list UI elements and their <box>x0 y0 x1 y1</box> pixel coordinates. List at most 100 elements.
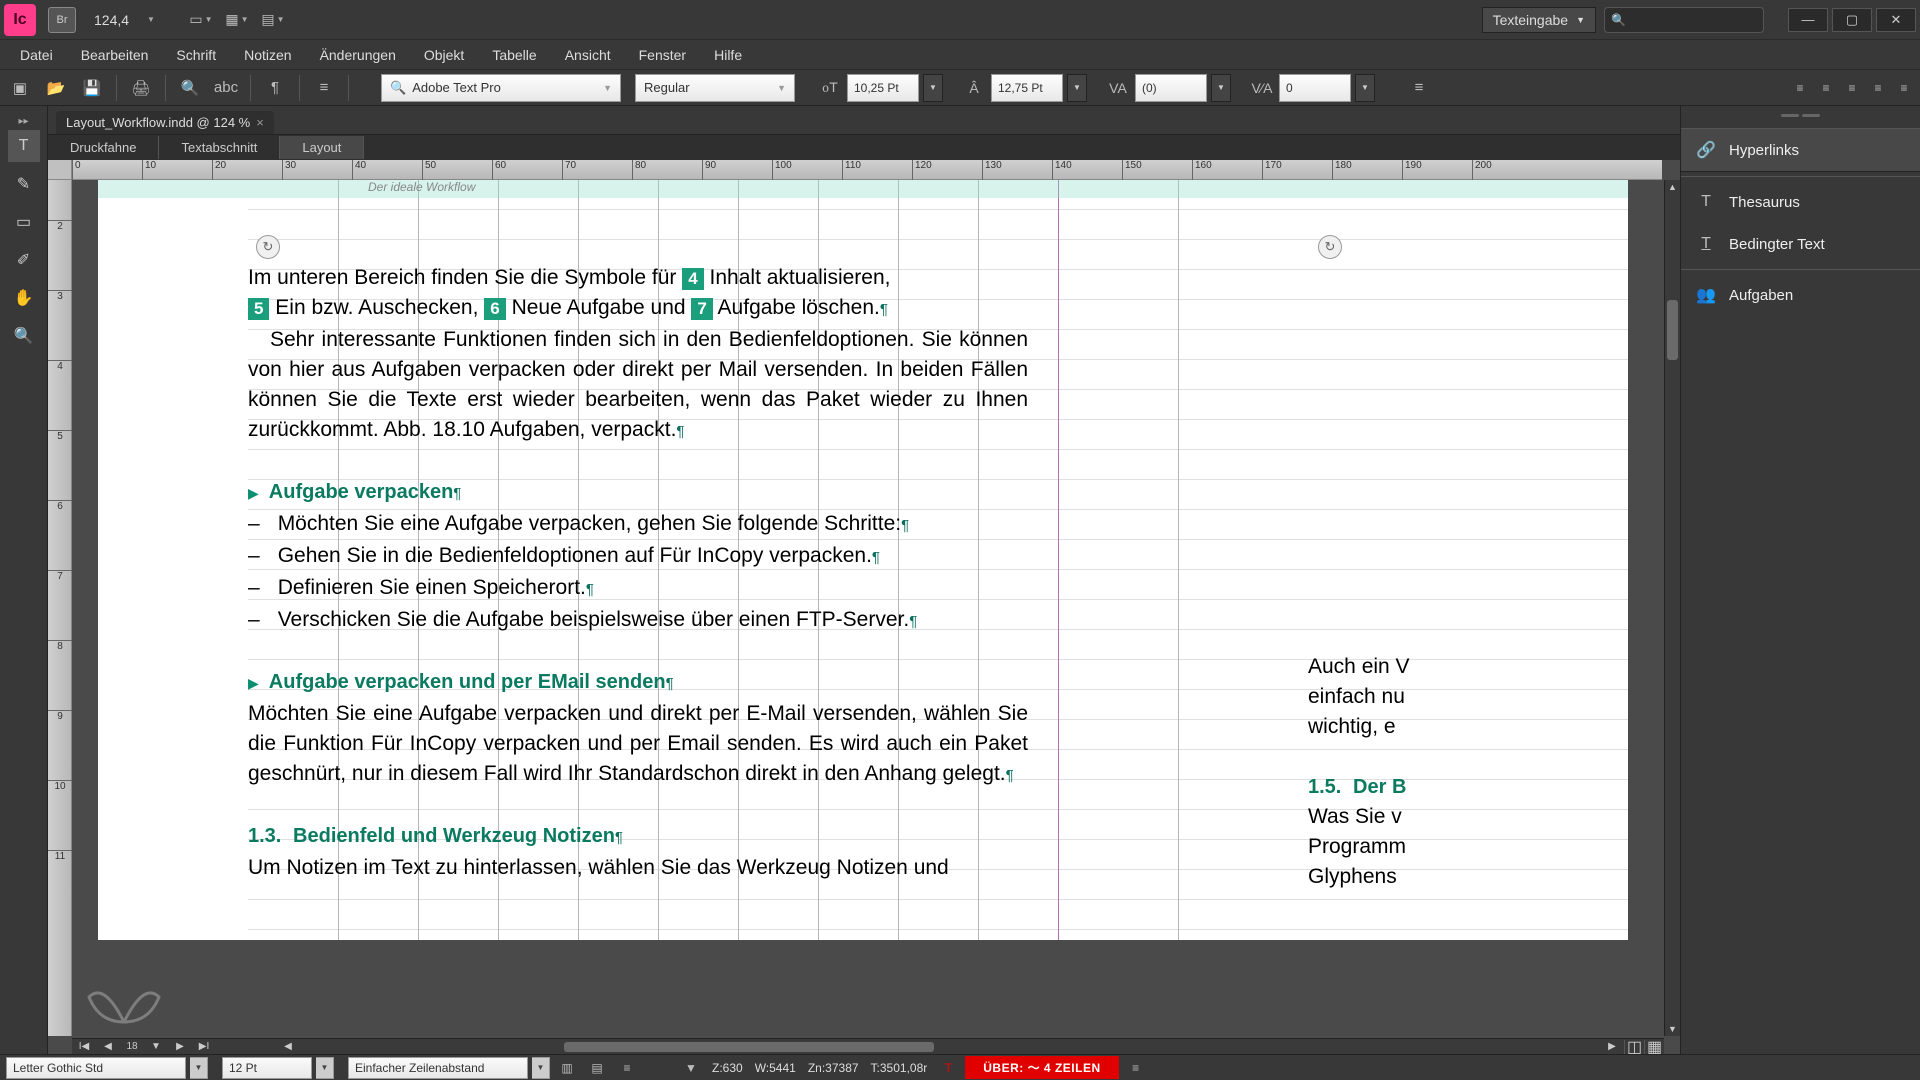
tools-collapse[interactable]: ▸▸ <box>19 116 29 124</box>
screen-mode-button[interactable]: ▭▼ <box>187 8 215 32</box>
canvas[interactable]: 0 10 20 30 40 50 60 70 80 90 100 110 120… <box>48 160 1680 1054</box>
panel-aufgaben[interactable]: 👥Aufgaben <box>1681 274 1920 316</box>
control-menu[interactable]: ≡ <box>1403 74 1435 102</box>
zoom-tool[interactable]: 🔍 <box>8 320 40 352</box>
titlebar: Ic Br 124,4▼ ▭▼ ▦▼ ▤▼ Texteingabe▼ 🔍 — ▢… <box>0 0 1920 40</box>
find-button[interactable]: 🔍 <box>174 74 206 102</box>
menu-tabelle[interactable]: Tabelle <box>478 43 550 67</box>
status-leading-dd[interactable]: ▼ <box>532 1057 550 1079</box>
horizontal-scroll-thumb[interactable] <box>564 1042 934 1052</box>
align-justify[interactable]: ≡ <box>1866 76 1890 100</box>
open-button[interactable]: 📂 <box>40 74 72 102</box>
status-size-dd[interactable]: ▼ <box>316 1057 334 1079</box>
view-tab-layout[interactable]: Layout <box>280 136 364 159</box>
ruler-origin[interactable] <box>48 160 72 180</box>
view-options-button[interactable]: ▤▼ <box>259 8 287 32</box>
panel-bedingter-text[interactable]: T̲Bedingter Text <box>1681 223 1920 265</box>
print-button[interactable]: 🖨 <box>125 74 157 102</box>
menu-datei[interactable]: Datei <box>6 43 67 67</box>
align-justify-all[interactable]: ≡ <box>1892 76 1916 100</box>
status-columns-icon[interactable]: ▥ <box>554 1057 580 1079</box>
eyedropper-tool[interactable]: ✐ <box>8 244 40 276</box>
horizontal-ruler[interactable]: 0 10 20 30 40 50 60 70 80 90 100 110 120… <box>72 160 1662 180</box>
prev-page-button[interactable]: ◀ <box>96 1039 120 1055</box>
menu-notizen[interactable]: Notizen <box>230 43 305 67</box>
vertical-ruler[interactable]: 2 3 4 5 6 7 8 9 10 11 <box>48 180 72 1036</box>
new-button[interactable]: ▣ <box>4 74 36 102</box>
scroll-left-button[interactable]: ◀ <box>276 1039 300 1055</box>
status-align-icon[interactable]: ▤ <box>584 1057 610 1079</box>
scroll-right-button[interactable]: ▶ <box>1600 1039 1624 1055</box>
arrange-documents-button[interactable]: ▦▼ <box>223 8 251 32</box>
horizontal-scrollbar[interactable] <box>304 1041 1596 1053</box>
right-text-column[interactable]: Auch ein V einfach nu wichtig, e 1.5. De… <box>1308 652 1628 892</box>
tracking-input[interactable]: (0) <box>1135 74 1207 102</box>
menu-schrift[interactable]: Schrift <box>162 43 230 67</box>
status-size-select[interactable]: 12 Pt <box>222 1057 312 1079</box>
status-leading-select[interactable]: Einfacher Zeilenabstand <box>348 1057 528 1079</box>
position-tool[interactable]: ▭ <box>8 206 40 238</box>
split-view-toggle-2[interactable]: ▦ <box>1644 1040 1664 1054</box>
menu-ansicht[interactable]: Ansicht <box>551 43 625 67</box>
save-button[interactable]: 💾 <box>76 74 108 102</box>
minimize-button[interactable]: — <box>1788 8 1828 32</box>
menu-aenderungen[interactable]: Änderungen <box>306 43 410 67</box>
kerning-input[interactable]: 0 <box>1279 74 1351 102</box>
view-tab-druckfahne[interactable]: Druckfahne <box>48 136 159 159</box>
story-in-icon[interactable]: ↻ <box>256 235 280 259</box>
last-page-button[interactable]: ▶I <box>192 1039 216 1055</box>
kerning-dropdown[interactable]: ▼ <box>1355 74 1375 102</box>
search-input[interactable]: 🔍 <box>1604 7 1764 33</box>
status-menu-icon[interactable]: ≡ <box>614 1057 640 1079</box>
document-tab-label: Layout_Workflow.indd @ 124 % <box>66 115 250 130</box>
menu-hilfe[interactable]: Hilfe <box>700 43 756 67</box>
status-overset-icon[interactable]: T <box>935 1057 961 1079</box>
font-style-select[interactable]: Regular▼ <box>635 74 795 102</box>
pilcrow-button[interactable]: ¶ <box>259 74 291 102</box>
story-in-icon-2[interactable]: ↻ <box>1318 235 1342 259</box>
status-end-menu[interactable]: ≡ <box>1123 1057 1149 1079</box>
font-family-select[interactable]: 🔍Adobe Text Pro▼ <box>381 74 621 102</box>
status-font-dd[interactable]: ▼ <box>190 1057 208 1079</box>
leading-input[interactable]: 12,75 Pt <box>991 74 1063 102</box>
page-number-field[interactable]: 18 <box>120 1039 144 1055</box>
spellcheck-button[interactable]: abc <box>210 74 242 102</box>
document-tab[interactable]: Layout_Workflow.indd @ 124 % × <box>56 111 274 134</box>
close-button[interactable]: ✕ <box>1876 8 1916 32</box>
page-dropdown[interactable]: ▼ <box>144 1039 168 1055</box>
status-info-toggle[interactable]: ▼ <box>678 1057 704 1079</box>
view-tab-textabschnitt[interactable]: Textabschnitt <box>159 136 280 159</box>
font-size-dropdown[interactable]: ▼ <box>923 74 943 102</box>
menu-objekt[interactable]: Objekt <box>410 43 478 67</box>
menu-toggle[interactable]: ≡ <box>308 74 340 102</box>
main-text-column[interactable]: Im unteren Bereich finden Sie die Symbol… <box>248 263 1028 883</box>
next-page-button[interactable]: ▶ <box>168 1039 192 1055</box>
bridge-button[interactable]: Br <box>48 7 76 33</box>
panel-hyperlinks[interactable]: 🔗Hyperlinks <box>1681 128 1920 172</box>
tracking-dropdown[interactable]: ▼ <box>1211 74 1231 102</box>
close-tab-icon[interactable]: × <box>256 115 264 130</box>
leading-dropdown[interactable]: ▼ <box>1067 74 1087 102</box>
align-right[interactable]: ≡ <box>1840 76 1864 100</box>
overset-warning[interactable]: ÜBER: ～ 4 ZEILEN <box>965 1056 1118 1079</box>
panel-grip[interactable] <box>1681 114 1920 122</box>
menu-fenster[interactable]: Fenster <box>625 43 700 67</box>
zoom-level-select[interactable]: 124,4▼ <box>86 8 163 32</box>
menu-bearbeiten[interactable]: Bearbeiten <box>67 43 163 67</box>
note-tool[interactable]: ✎ <box>8 168 40 200</box>
vertical-scroll-thumb[interactable] <box>1667 300 1678 360</box>
app-logo: Ic <box>4 4 36 36</box>
split-view-toggle[interactable]: ◫ <box>1624 1040 1644 1054</box>
page[interactable]: Der ideale Workflow ↻ ↻ Im unteren Berei… <box>248 180 1628 940</box>
align-center[interactable]: ≡ <box>1814 76 1838 100</box>
status-font-select[interactable]: Letter Gothic Std <box>6 1057 186 1079</box>
hand-tool[interactable]: ✋ <box>8 282 40 314</box>
panel-thesaurus[interactable]: TThesaurus <box>1681 181 1920 223</box>
text-tool[interactable]: T <box>8 130 40 162</box>
font-size-input[interactable]: 10,25 Pt <box>847 74 919 102</box>
maximize-button[interactable]: ▢ <box>1832 8 1872 32</box>
vertical-scrollbar[interactable]: ▲▼ <box>1664 180 1680 1036</box>
workspace-selector[interactable]: Texteingabe▼ <box>1482 7 1596 33</box>
first-page-button[interactable]: I◀ <box>72 1039 96 1055</box>
align-left[interactable]: ≡ <box>1788 76 1812 100</box>
